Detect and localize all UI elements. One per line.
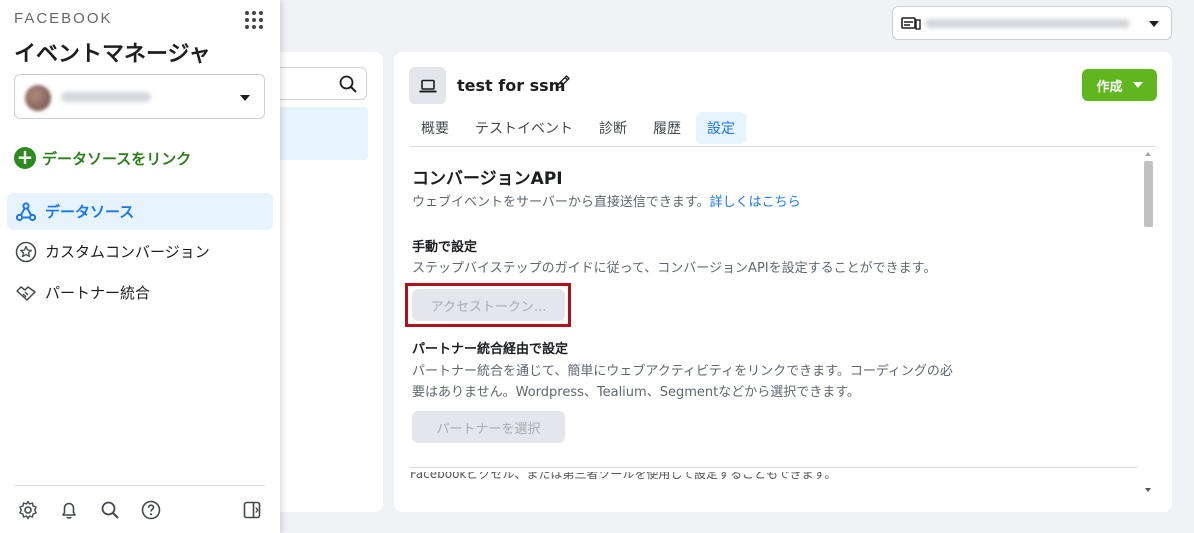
data-source-title: test for ssm: [457, 76, 566, 95]
tab-test-events[interactable]: テストイベント: [464, 112, 584, 144]
bell-icon[interactable]: [59, 500, 81, 522]
tab-bar: 概要 テストイベント 診断 履歴 設定: [410, 112, 746, 144]
sidebar-footer: [14, 485, 265, 533]
access-token-button[interactable]: アクセストークン...: [412, 289, 565, 321]
tab-settings[interactable]: 設定: [696, 112, 746, 144]
search-icon: [339, 75, 357, 93]
account-name-redacted: [925, 19, 1130, 28]
handshake-icon: [15, 282, 37, 304]
partner-setup-description-line2: 要はありません。Wordpress、Tealium、Segmentなどから選択で…: [412, 385, 860, 400]
sidebar-item-custom-conversions[interactable]: カスタムコンバージョン: [7, 233, 273, 270]
business-icon: [901, 16, 921, 36]
divider: [410, 467, 1138, 468]
manual-setup-heading: 手動で設定: [412, 240, 478, 255]
sidebar: FACEBOOK イベントマネージャ + データソースをリンク データソース カ…: [0, 0, 280, 533]
sidebar-item-partner-integrations[interactable]: パートナー統合: [7, 274, 273, 311]
link-data-source-button[interactable]: + データソースをリンク: [14, 147, 191, 169]
plus-icon: +: [14, 147, 36, 169]
pencil-icon[interactable]: [555, 74, 571, 94]
conversion-api-description: ウェブイベントをサーバーから直接送信できます。詳しくはこちら: [412, 191, 801, 210]
brand-logo: FACEBOOK: [14, 10, 113, 27]
partner-setup-heading: パートナー統合経由で設定: [412, 342, 569, 357]
account-name-redacted: [61, 92, 151, 102]
scroll-down-arrow-icon[interactable]: [1145, 488, 1151, 492]
tab-history[interactable]: 履歴: [642, 112, 692, 144]
sidebar-item-label: パートナー統合: [45, 284, 151, 302]
scrollbar[interactable]: [1140, 147, 1157, 497]
chevron-down-icon: [240, 95, 250, 101]
business-account-select[interactable]: [14, 74, 265, 119]
divider: [410, 146, 1156, 147]
create-button-label: 作成: [1096, 79, 1123, 95]
description-text: ウェブイベントをサーバーから直接送信できます。: [412, 195, 710, 210]
data-source-list-panel: [270, 52, 383, 512]
data-source-icon: [15, 201, 37, 223]
tab-diagnostics[interactable]: 診断: [588, 112, 638, 144]
chevron-down-icon: [1149, 21, 1159, 27]
sidebar-item-label: データソース: [45, 203, 135, 221]
cut-off-text: Facebookピクセル、または第三者ツールを使用して設定することもできます。詳…: [410, 472, 830, 481]
ad-account-select[interactable]: [892, 6, 1172, 40]
collapse-panel-icon[interactable]: [242, 500, 264, 522]
conversion-api-title: コンバージョンAPI: [412, 169, 563, 189]
app-grid-icon[interactable]: [245, 11, 263, 29]
data-source-detail-panel: test for ssm 作成 概要 テストイベント 診断 履歴 設定 コンバー…: [394, 52, 1172, 512]
select-partner-button[interactable]: パートナーを選択: [412, 411, 565, 443]
gear-icon[interactable]: [18, 500, 40, 522]
manual-setup-description: ステップバイステップのガイドに従って、コンバージョンAPIを設定することができま…: [412, 261, 937, 276]
avatar: [25, 85, 51, 111]
create-button[interactable]: 作成: [1082, 69, 1157, 101]
learn-more-link[interactable]: 詳しくはこちら: [710, 195, 801, 210]
partner-setup-description-line1: パートナー統合を通じて、簡単にウェブアクティビティをリンクできます。コーディング…: [412, 364, 953, 379]
laptop-icon: [409, 67, 446, 104]
tab-overview[interactable]: 概要: [410, 112, 460, 144]
scroll-up-arrow-icon[interactable]: [1145, 152, 1151, 156]
star-icon: [15, 241, 37, 263]
search-icon[interactable]: [100, 500, 122, 522]
sidebar-item-label: カスタムコンバージョン: [45, 243, 210, 261]
chevron-down-icon: [1132, 82, 1143, 88]
help-icon[interactable]: [141, 500, 163, 522]
scroll-thumb[interactable]: [1144, 161, 1153, 227]
app-title: イベントマネージャ: [14, 42, 211, 67]
list-item[interactable]: [270, 107, 368, 160]
sidebar-item-data-source[interactable]: データソース: [7, 193, 273, 230]
link-data-source-label: データソースをリンク: [42, 149, 192, 168]
data-source-search-input[interactable]: [270, 67, 367, 100]
